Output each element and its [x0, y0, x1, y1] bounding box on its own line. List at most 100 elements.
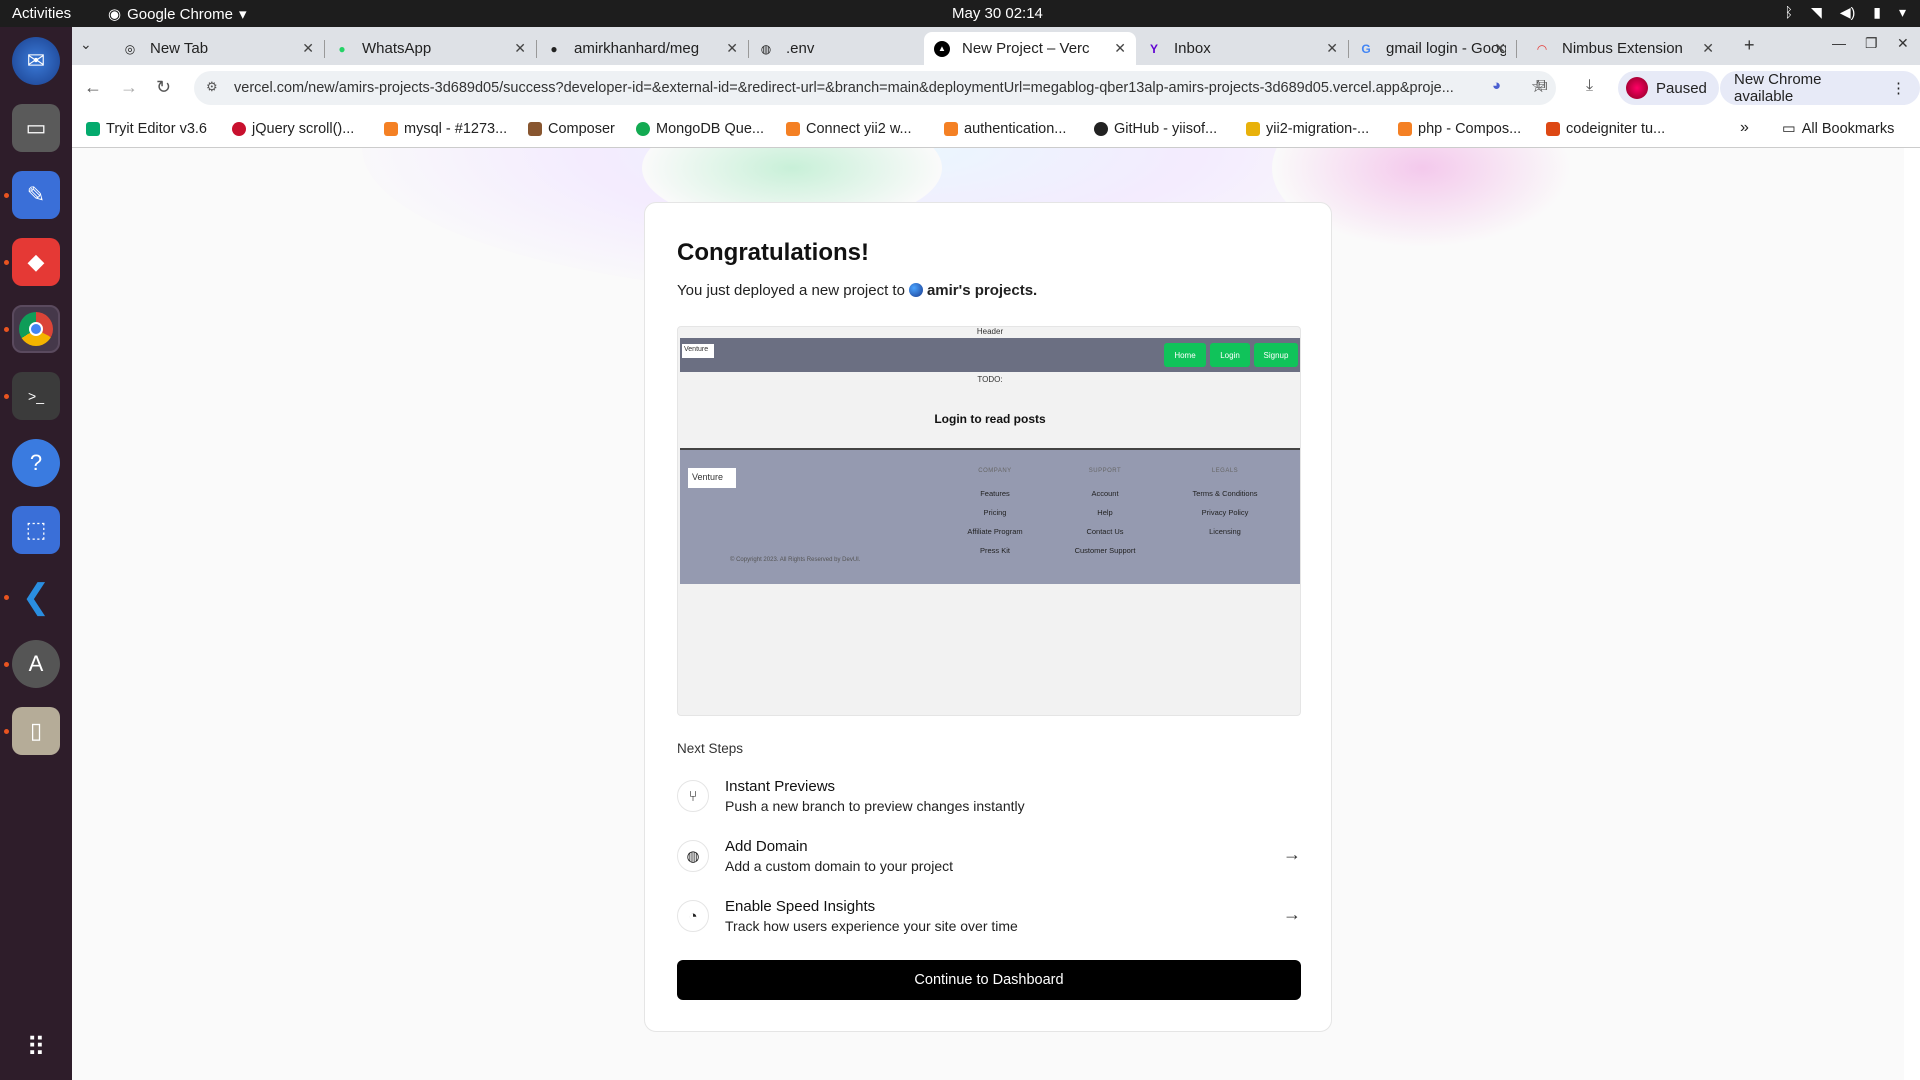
system-tray[interactable]: ᛒ ◥ ◀) ▮ ▾ — [1785, 4, 1906, 21]
tab-gmail-login[interactable]: G gmail login - Googl ✕ — [1348, 32, 1517, 65]
close-icon[interactable]: ✕ — [1326, 40, 1338, 57]
close-icon[interactable]: ✕ — [302, 40, 314, 57]
arrow-right-icon[interactable]: → — [1283, 904, 1301, 925]
bookmark-item[interactable]: codeigniter tu... — [1546, 121, 1665, 137]
restore-icon[interactable]: ❐ — [1865, 35, 1878, 52]
tab-label: amirkhanhard/meg — [574, 40, 700, 57]
profile-status: Paused — [1656, 79, 1707, 97]
tab-new-tab[interactable]: ◎ New Tab ✕ — [112, 32, 325, 65]
deployment-preview[interactable]: Header Venture Home Login Signup TODO: L… — [677, 326, 1301, 716]
back-icon[interactable]: ← — [84, 77, 102, 98]
jquery-icon — [232, 122, 246, 136]
step-description: Push a new branch to preview changes ins… — [725, 798, 1025, 814]
reload-icon[interactable]: ↻ — [156, 77, 171, 98]
yii-icon — [1246, 122, 1260, 136]
app-menu[interactable]: ◉ Google Chrome ▾ — [108, 5, 247, 24]
close-icon[interactable]: ✕ — [1494, 40, 1506, 57]
preview-home-button: Home — [1164, 343, 1206, 367]
chrome-update-button[interactable]: New Chrome available ⋮ — [1720, 71, 1920, 105]
stackoverflow-icon — [944, 122, 958, 136]
codeigniter-icon — [1546, 122, 1560, 136]
screenshot-icon[interactable]: ⬚ — [12, 506, 60, 554]
terminal-icon[interactable]: >_ — [12, 372, 60, 420]
bookmarks-bar: Tryit Editor v3.6 jQuery scroll()... mys… — [72, 111, 1920, 148]
new-tab-button[interactable]: + — [1744, 35, 1755, 56]
step-title: Add Domain — [725, 838, 808, 855]
vercel-icon: ▲ — [934, 40, 950, 57]
globe-icon: ◍ — [760, 41, 772, 56]
bookmark-item[interactable]: Connect yii2 w... — [786, 121, 912, 137]
tab-label: Inbox — [1174, 40, 1211, 57]
help-icon[interactable]: ? — [12, 439, 60, 487]
composer-icon — [528, 122, 542, 136]
step-instant-previews[interactable]: ⑂ Instant Previews Push a new branch to … — [677, 774, 1301, 822]
app-menu-label: Google Chrome — [127, 5, 233, 23]
download-icon[interactable]: ⤓ — [1586, 77, 1593, 95]
bookmark-item[interactable]: Composer — [528, 121, 615, 137]
bookmark-item[interactable]: yii2-migration-... — [1246, 121, 1369, 137]
running-indicator — [4, 327, 9, 332]
preview-login-message: Login to read posts — [934, 412, 1046, 426]
files-icon[interactable]: ▭ — [12, 104, 60, 152]
preview-todo: TODO: — [977, 375, 1003, 384]
forward-icon[interactable]: → — [120, 77, 138, 98]
site-info-icon[interactable]: ⚙ — [206, 79, 218, 95]
tab-search-icon[interactable]: ⌄ — [80, 36, 92, 53]
url-text: vercel.com/new/amirs-projects-3d689d05/s… — [234, 80, 1454, 96]
preview-login-button: Login — [1210, 343, 1250, 367]
tab-nimbus[interactable]: ◠ Nimbus Extension ✕ — [1524, 32, 1724, 65]
close-icon[interactable]: ✕ — [726, 40, 738, 57]
bookmark-item[interactable]: mysql - #1273... — [384, 121, 507, 137]
step-add-domain[interactable]: ◍ Add Domain Add a custom domain to your… — [677, 834, 1301, 882]
software-center-icon[interactable]: A — [12, 640, 60, 688]
folder-icon: ▭ — [1782, 121, 1796, 137]
thunderbird-icon[interactable]: ✉ — [12, 37, 60, 85]
tab-label: gmail login - Googl — [1386, 40, 1506, 57]
deploy-message: You just deployed a new project to amir's… — [677, 282, 1038, 299]
tab-whatsapp[interactable]: ● WhatsApp ✕ — [324, 32, 537, 65]
clock[interactable]: May 30 02:14 — [952, 5, 1043, 22]
step-speed-insights[interactable]: ◔ Enable Speed Insights Track how users … — [677, 894, 1301, 942]
close-icon[interactable]: ✕ — [514, 40, 526, 57]
tab-inbox[interactable]: Y Inbox ✕ — [1136, 32, 1349, 65]
team-name: amir's projects. — [926, 282, 1038, 299]
extensions-puzzle-icon[interactable]: ⧉ — [1536, 77, 1547, 95]
activities-button[interactable]: Activities — [12, 5, 71, 22]
text-editor-icon[interactable]: ✎ — [12, 171, 60, 219]
archive-manager-icon[interactable]: ▯ — [12, 707, 60, 755]
bookmark-item[interactable]: authentication... — [944, 121, 1066, 137]
all-bookmarks-button[interactable]: ▭ All Bookmarks — [1782, 121, 1894, 137]
stackoverflow-icon — [384, 122, 398, 136]
stackoverflow-icon — [1398, 122, 1412, 136]
bookmark-item[interactable]: php - Compos... — [1398, 121, 1521, 137]
window-close-icon[interactable]: ✕ — [1897, 35, 1909, 52]
tab-label: .env — [786, 40, 815, 57]
close-icon[interactable]: ✕ — [1114, 40, 1126, 57]
tab-github[interactable]: ● amirkhanhard/meg ✕ — [536, 32, 749, 65]
tab-vercel[interactable]: ▲ New Project – Verc ✕ — [924, 32, 1136, 65]
preview-copyright: © Copyright 2023. All Rights Reserved by… — [730, 557, 861, 563]
minimize-icon[interactable]: — — [1832, 35, 1846, 51]
vscode-icon[interactable]: ❮ — [12, 573, 60, 621]
bookmark-item[interactable]: GitHub - yiisof... — [1094, 121, 1217, 137]
continue-to-dashboard-button[interactable]: Continue to Dashboard — [677, 960, 1301, 1000]
close-icon[interactable]: ✕ — [1702, 40, 1714, 57]
more-vert-icon: ⋮ — [1891, 80, 1906, 97]
anydesk-icon[interactable]: ◆ — [12, 238, 60, 286]
yahoo-icon: Y — [1149, 41, 1158, 56]
team-avatar-icon — [908, 283, 923, 297]
running-indicator — [4, 662, 9, 667]
arrow-right-icon[interactable]: → — [1283, 844, 1301, 865]
bookmark-item[interactable]: Tryit Editor v3.6 — [86, 121, 207, 137]
bookmark-item[interactable]: MongoDB Que... — [636, 121, 764, 137]
preview-footer-logo: Venture — [688, 468, 736, 488]
profile-button[interactable]: Paused — [1618, 71, 1719, 105]
address-bar[interactable]: ⚙ vercel.com/new/amirs-projects-3d689d05… — [194, 71, 1556, 105]
chrome-icon[interactable] — [12, 305, 60, 353]
bookmarks-overflow-icon[interactable]: » — [1740, 119, 1749, 137]
show-apps-icon[interactable]: ⠿ — [12, 1023, 60, 1071]
tab-label: New Tab — [150, 40, 209, 57]
extension-icon[interactable]: ◕ — [1492, 77, 1501, 94]
bookmark-item[interactable]: jQuery scroll()... — [232, 121, 354, 137]
volume-icon: ◀) — [1839, 4, 1856, 20]
